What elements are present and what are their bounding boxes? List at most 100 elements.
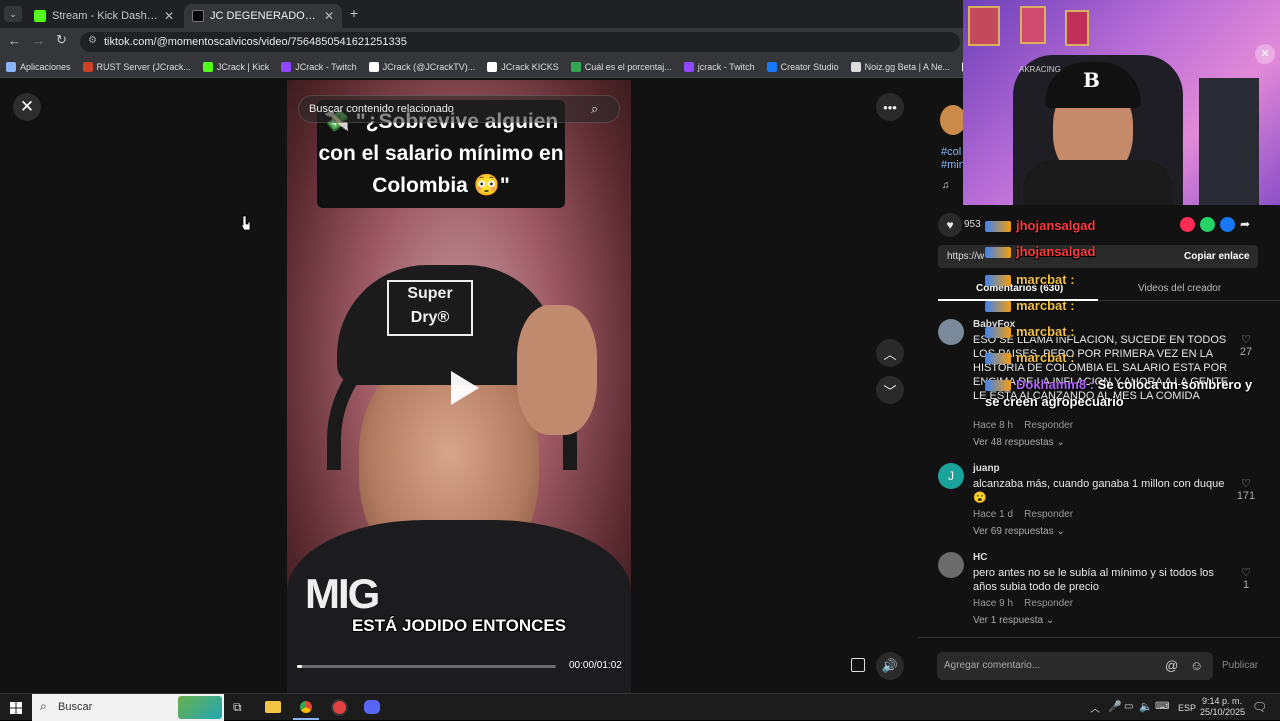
- bookmark-item[interactable]: RUST Server (JCrack...: [82, 61, 191, 72]
- forward-icon[interactable]: →: [32, 33, 45, 48]
- volume-icon[interactable]: 🔊: [876, 652, 904, 680]
- tab-tiktok-video[interactable]: JC DEGENERADO CLIPS (@mo… ✕: [184, 4, 342, 28]
- bookmark-item[interactable]: JCrack | Kick: [202, 61, 269, 72]
- tab-creator-videos[interactable]: Videos del creador: [1138, 283, 1221, 294]
- start-icon[interactable]: [10, 701, 22, 714]
- bookmark-item[interactable]: JCrack - Twitch: [281, 61, 357, 72]
- bookmark-label: JCrack - Twitch: [295, 61, 357, 72]
- emoji-icon[interactable]: ☺: [1190, 658, 1203, 673]
- tray-chevron-up-icon[interactable]: ︿: [1090, 700, 1100, 715]
- reply-button[interactable]: Responder: [1024, 598, 1073, 609]
- share-arrow-icon[interactable]: ➦: [1240, 217, 1255, 232]
- close-tab-icon[interactable]: ✕: [164, 9, 174, 23]
- bookmark-item[interactable]: JCrack KICKS: [487, 61, 559, 72]
- reply-button[interactable]: Responder: [1024, 509, 1073, 520]
- view-replies-button[interactable]: Ver 1 respuesta ⌄: [973, 615, 1054, 626]
- heart-outline-icon[interactable]: ♡: [1236, 566, 1256, 579]
- streamer-torso: [1023, 160, 1173, 205]
- reply-button[interactable]: Responder: [1024, 420, 1073, 431]
- more-options-icon[interactable]: •••: [876, 93, 904, 121]
- comment-username[interactable]: HC: [973, 552, 987, 563]
- play-icon[interactable]: [443, 368, 483, 408]
- avatar[interactable]: J: [938, 463, 964, 489]
- clock-time: 9:14 p. m.: [1201, 696, 1243, 706]
- heart-outline-icon[interactable]: ♡: [1236, 333, 1256, 346]
- taskbar-search[interactable]: ⌕ Buscar: [32, 694, 224, 721]
- share-icons: ➦: [1180, 217, 1260, 233]
- share-url: https://w: [947, 251, 985, 262]
- address-field[interactable]: ⚙ tiktok.com/@momentoscalvicos/video/756…: [80, 32, 960, 52]
- notifications-icon[interactable]: 🗨: [1252, 700, 1267, 714]
- search-icon[interactable]: ⌕: [591, 101, 598, 117]
- task-view-icon[interactable]: ⧉: [233, 700, 242, 715]
- avatar[interactable]: [938, 552, 964, 578]
- comment-username[interactable]: juanp: [973, 463, 1000, 474]
- bookmark-item[interactable]: JCrack (@JCrackTV)...: [368, 61, 475, 72]
- twitch-icon: [281, 61, 292, 72]
- bookmark-item[interactable]: Cuál es el porcentaj...: [570, 61, 672, 72]
- post-comment-button[interactable]: Publicar: [1222, 660, 1258, 671]
- chat-message: marcbat :: [985, 324, 1075, 339]
- comment-input[interactable]: Agregar comentario... @ ☺: [937, 652, 1213, 680]
- discord-icon[interactable]: [364, 700, 380, 714]
- heart-outline-icon[interactable]: ♡: [1236, 477, 1256, 490]
- view-replies-button[interactable]: Ver 48 respuestas ⌄: [973, 437, 1065, 448]
- back-icon[interactable]: ←: [8, 33, 21, 48]
- bookmark-label: Aplicaciones: [20, 61, 71, 72]
- tab-label: Stream - Kick Dashboard: [52, 10, 158, 22]
- comment-item: J juanp alcanzaba más, cuando ganaba 1 m…: [938, 463, 1268, 543]
- related-search-input[interactable]: Buscar contenido relacionado ⌕: [298, 95, 620, 123]
- chat-username: marcbat :: [1016, 350, 1075, 365]
- video-progress-track[interactable]: [297, 665, 556, 668]
- obs-icon[interactable]: [331, 699, 348, 716]
- like-count: 953: [964, 219, 981, 230]
- chrome-icon[interactable]: [298, 699, 314, 715]
- like-heart-icon[interactable]: ♥: [938, 213, 962, 237]
- view-replies-button[interactable]: Ver 69 respuestas ⌄: [973, 526, 1065, 537]
- avatar[interactable]: [938, 319, 964, 345]
- chat-message: marcbat :: [985, 298, 1075, 313]
- hashtag-line-2[interactable]: #min: [941, 159, 965, 171]
- tab-search-button[interactable]: ⌄: [4, 6, 22, 22]
- comment-like[interactable]: ♡ 171: [1236, 477, 1256, 502]
- comment-meta: Hace 1 d Responder: [973, 509, 1073, 520]
- copy-link-button[interactable]: Copiar enlace: [1184, 251, 1250, 262]
- comment-like[interactable]: ♡ 27: [1236, 333, 1256, 358]
- site-info-icon[interactable]: ⚙: [88, 35, 97, 46]
- microphone-icon[interactable]: 🎤: [1108, 700, 1122, 713]
- reload-icon[interactable]: ↻: [56, 32, 67, 48]
- video-bottom-caption: ESTÁ JODIDO ENTONCES: [351, 616, 567, 635]
- whatsapp-icon[interactable]: [1200, 217, 1215, 232]
- facebook-icon[interactable]: [1220, 217, 1235, 232]
- pip-icon[interactable]: [851, 658, 865, 672]
- bookmark-item[interactable]: Noiz.gg Beta | A Ne...: [850, 61, 950, 72]
- comment-like[interactable]: ♡ 1: [1236, 566, 1256, 591]
- tab-kick-dashboard[interactable]: Stream - Kick Dashboard ✕: [26, 4, 182, 28]
- comment-time: Hace 1 d: [973, 509, 1014, 520]
- comment-time: Hace 9 h: [973, 598, 1014, 609]
- embed-icon[interactable]: [1180, 217, 1195, 232]
- mention-icon[interactable]: @: [1165, 658, 1178, 673]
- chair-brand: AKRACING: [1019, 65, 1061, 74]
- close-tab-icon[interactable]: ✕: [324, 9, 334, 23]
- close-video-button[interactable]: ✕: [13, 93, 41, 121]
- video-player[interactable]: Super Dry® MIG 💸 "¿Sobrevive alguien con…: [287, 80, 631, 693]
- bookmark-item[interactable]: Creator Studio: [766, 61, 839, 72]
- keyboard-icon[interactable]: ⌨: [1155, 701, 1169, 712]
- network-icon[interactable]: ▭: [1124, 701, 1133, 712]
- next-video-chevron-down-icon[interactable]: ﹀: [876, 376, 904, 404]
- twitch-icon: [683, 61, 694, 72]
- hashtag-line-1[interactable]: #col: [941, 146, 961, 158]
- bookmark-item[interactable]: Aplicaciones: [6, 61, 71, 72]
- clock[interactable]: 9:14 p. m. 25/10/2025: [1200, 696, 1245, 718]
- speaker-icon[interactable]: 🔈: [1139, 700, 1153, 713]
- search-highlight-image: [178, 696, 222, 719]
- new-tab-button[interactable]: +: [346, 5, 362, 21]
- file-explorer-icon[interactable]: [265, 701, 281, 713]
- mouse-cursor-icon: [240, 215, 252, 231]
- previous-video-chevron-up-icon[interactable]: ︿: [876, 339, 904, 367]
- chat-badge-icon: [985, 327, 1011, 339]
- chat-badge-icon: [985, 380, 1011, 392]
- language-indicator[interactable]: ESP: [1178, 703, 1196, 713]
- bookmark-item[interactable]: jcrack - Twitch: [683, 61, 755, 72]
